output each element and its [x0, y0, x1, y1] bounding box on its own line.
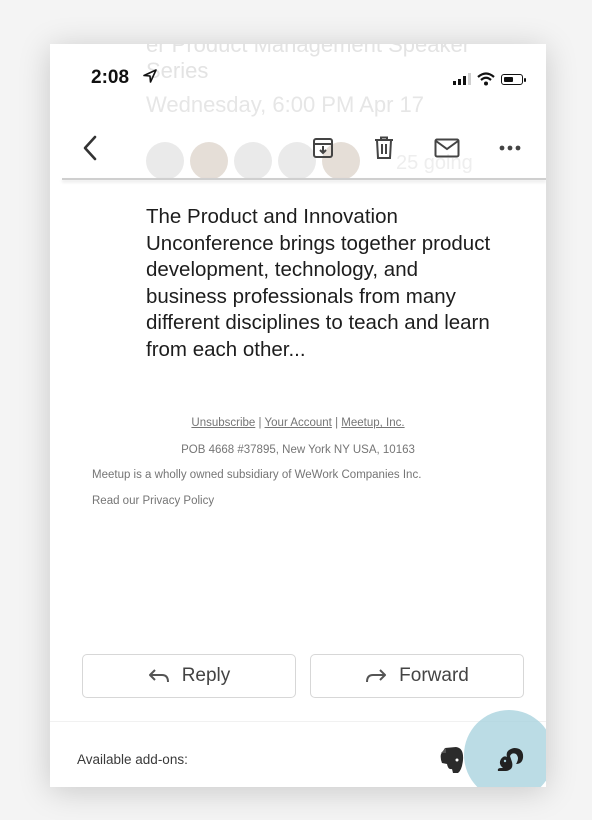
phone-screen: er Product Management Speaker Series Wed…: [50, 44, 546, 787]
footer-links: Unsubscribe | Your Account | Meetup, Inc…: [50, 417, 546, 429]
location-arrow-icon: [143, 69, 157, 83]
delete-button[interactable]: [366, 130, 402, 166]
footer-address: POB 4668 #37895, New York NY USA, 10163: [181, 444, 415, 456]
chevron-left-icon: [83, 135, 97, 161]
reply-label: Reply: [181, 665, 231, 686]
wifi-icon: [477, 72, 495, 86]
email-toolbar: [50, 120, 546, 180]
forward-label: Forward: [399, 665, 469, 686]
footer-subsidiary: Meetup is a wholly owned subsidiary of W…: [92, 469, 422, 481]
toolbar-divider: [62, 178, 546, 180]
status-time: 2:08: [91, 67, 130, 88]
archive-icon: [313, 138, 333, 158]
reply-icon: [148, 669, 169, 683]
more-horizontal-icon: [499, 145, 521, 151]
unsubscribe-link[interactable]: Unsubscribe: [191, 417, 255, 429]
mail-icon: [434, 138, 460, 158]
link-separator: |: [258, 417, 262, 429]
reply-button[interactable]: Reply: [82, 654, 296, 698]
event-title-faded: er Product Management Speaker: [146, 44, 471, 57]
mark-unread-button[interactable]: [429, 130, 465, 166]
your-account-link[interactable]: Your Account: [265, 417, 332, 429]
event-datetime-faded: Wednesday, 6:00 PM Apr 17: [146, 92, 425, 117]
more-button[interactable]: [492, 130, 528, 166]
squirrel-icon[interactable]: [494, 744, 526, 774]
back-button[interactable]: [72, 130, 108, 166]
forward-icon: [366, 669, 387, 683]
addons-label: Available add-ons:: [77, 752, 188, 767]
addons-bar: Available add-ons:: [50, 710, 546, 787]
status-icons: [453, 72, 526, 86]
trash-icon: [375, 136, 393, 159]
privacy-policy-text[interactable]: Read our Privacy Policy: [92, 495, 546, 507]
archive-button[interactable]: [305, 130, 341, 166]
forward-button[interactable]: Forward: [310, 654, 524, 698]
link-separator: |: [335, 417, 339, 429]
event-description: The Product and Innovation Unconference …: [146, 205, 491, 361]
signal-icon: [453, 73, 471, 85]
evernote-elephant-icon[interactable]: [436, 744, 468, 776]
meetup-inc-link[interactable]: Meetup, Inc.: [341, 417, 404, 429]
battery-icon: [501, 73, 526, 85]
